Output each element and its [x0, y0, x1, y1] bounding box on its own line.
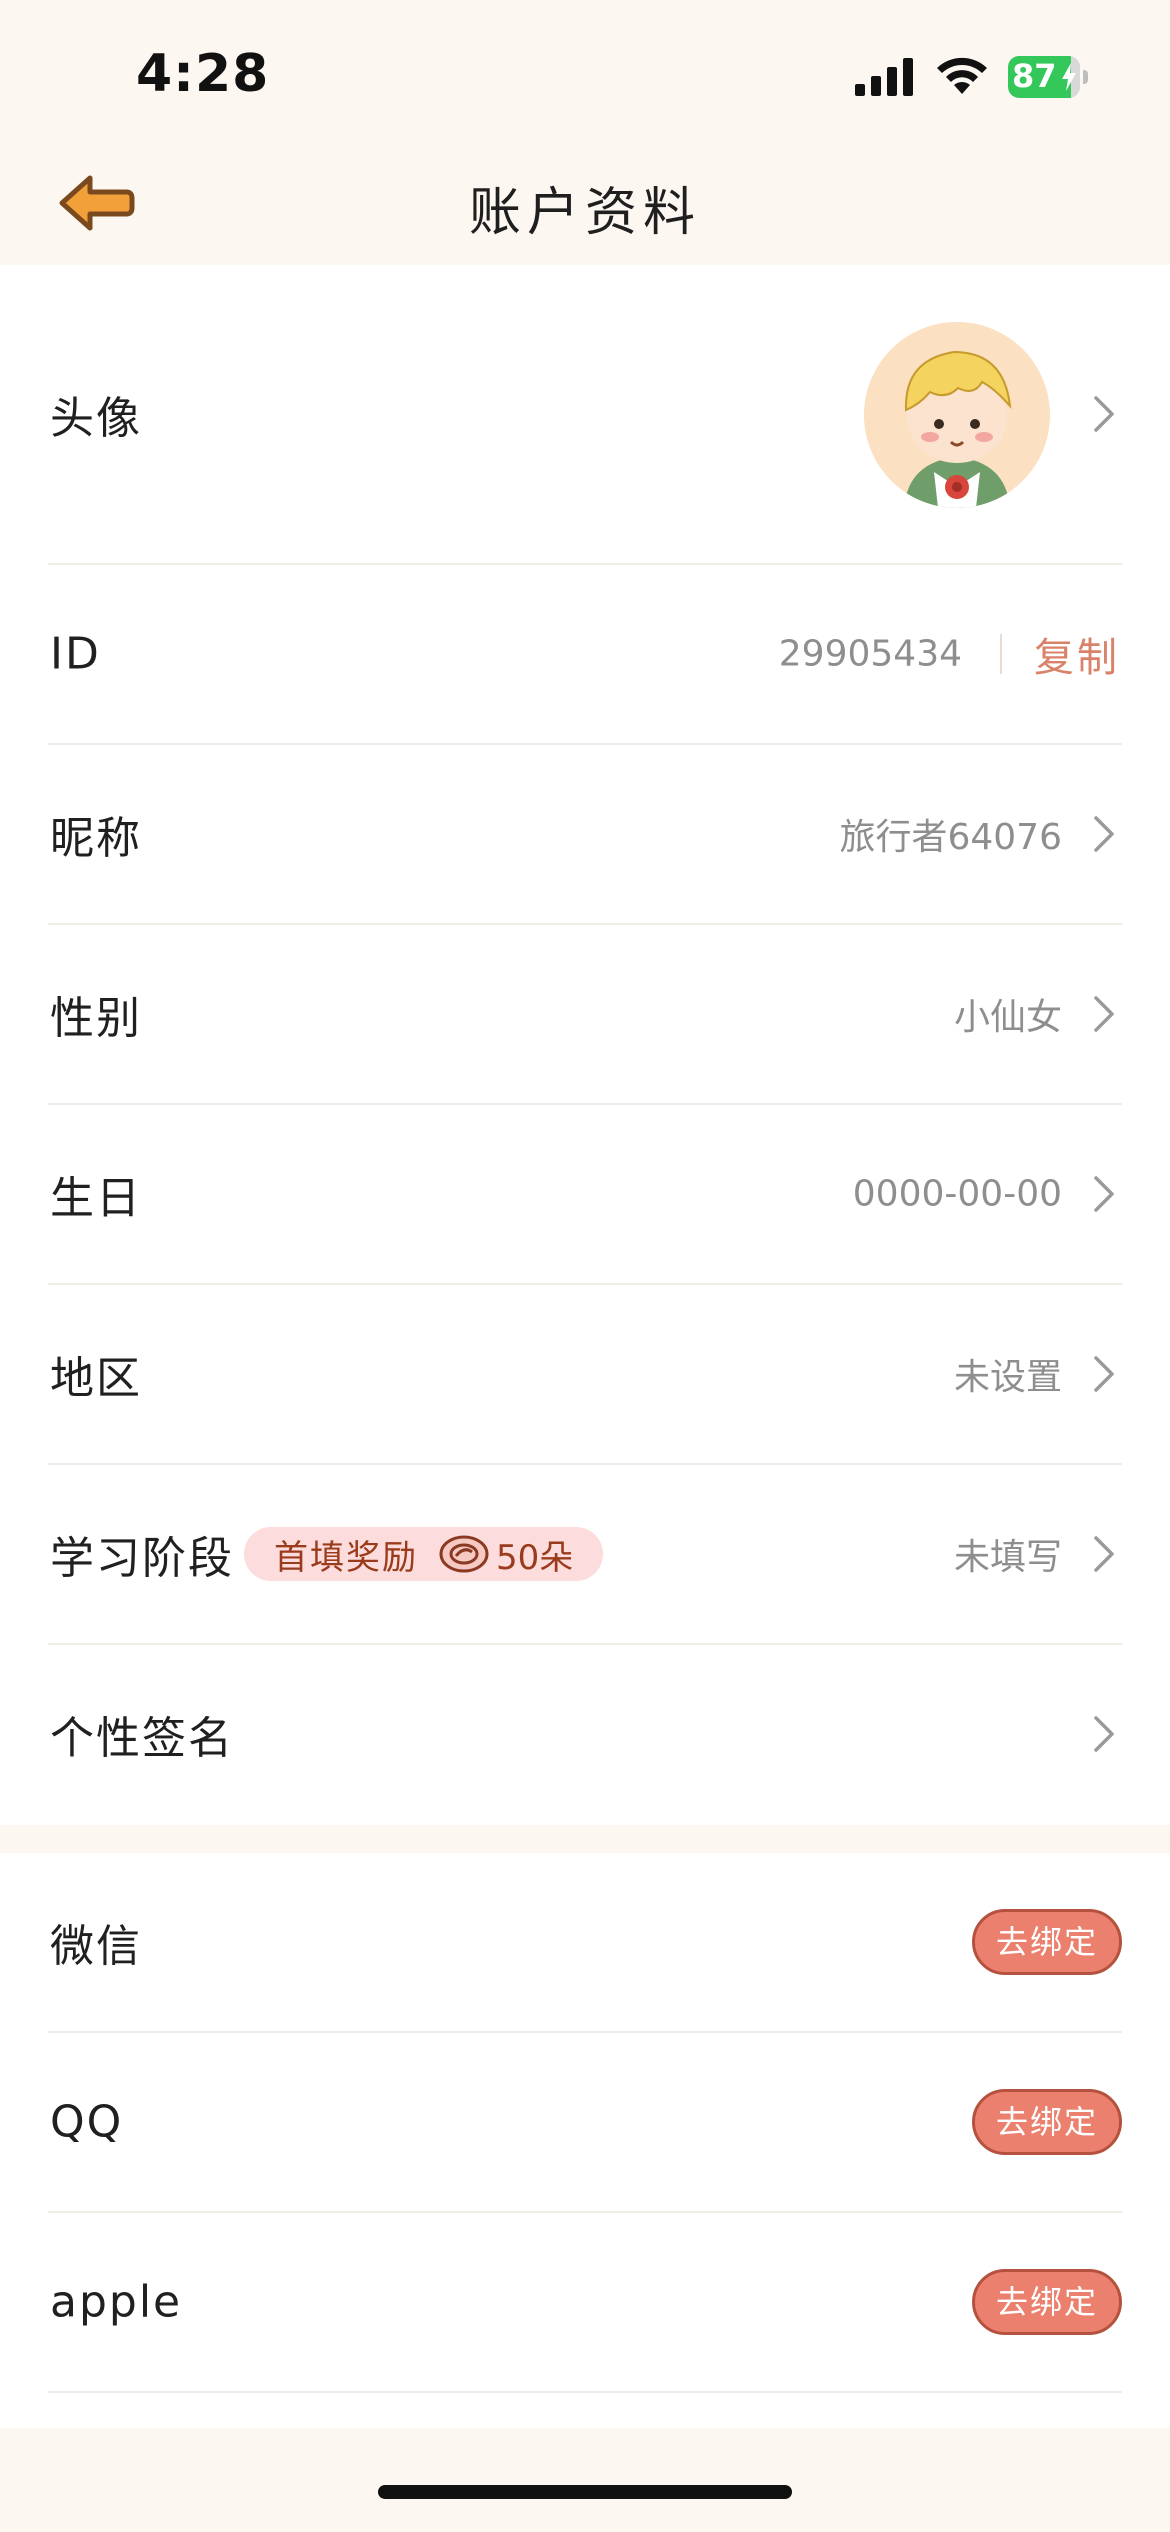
id-divider — [1000, 634, 1002, 674]
chevron-right-icon — [1094, 396, 1114, 432]
navigation-header: 账户资料 — [0, 150, 1170, 265]
chevron-right-icon — [1094, 1536, 1114, 1572]
copy-id-button[interactable]: 复制 — [1034, 625, 1120, 683]
status-time: 4:28 — [136, 44, 270, 104]
study-stage-row[interactable]: 学习阶段 首填奖励 50朵 未填写 — [48, 1465, 1122, 1645]
signature-label: 个性签名 — [50, 1713, 234, 1764]
qq-bind-button[interactable]: 去绑定 — [972, 2089, 1122, 2155]
region-value: 未设置 — [953, 1357, 1062, 1398]
nickname-row[interactable]: 昵称 旅行者64076 — [48, 745, 1122, 925]
cellular-signal-icon — [855, 58, 913, 96]
wechat-binding-row: 微信 去绑定 — [48, 1853, 1122, 2033]
study-stage-value: 未填写 — [953, 1537, 1062, 1578]
charging-bolt-icon — [1062, 63, 1076, 91]
reward-text: 首填奖励 — [274, 1537, 418, 1578]
birthday-value: 0000-00-00 — [852, 1173, 1062, 1215]
birthday-row[interactable]: 生日 0000-00-00 — [48, 1105, 1122, 1285]
qq-binding-row: QQ 去绑定 — [48, 2033, 1122, 2213]
cartoon-boy-avatar-image — [864, 322, 1050, 508]
id-value: 29905434 — [778, 633, 962, 675]
region-label: 地区 — [50, 1353, 142, 1404]
study-stage-label: 学习阶段 — [50, 1533, 234, 1584]
chevron-right-icon — [1094, 1176, 1114, 1212]
reward-amount: 50朵 — [496, 1537, 574, 1578]
page-title: 账户资料 — [468, 183, 701, 243]
battery-percent: 87 — [1012, 57, 1057, 95]
signature-row[interactable]: 个性签名 — [48, 1645, 1122, 1823]
birthday-label: 生日 — [50, 1173, 142, 1224]
battery-cap — [1083, 70, 1088, 84]
chevron-right-icon — [1094, 996, 1114, 1032]
gender-value: 小仙女 — [953, 997, 1062, 1038]
battery-charging-icon: 87 — [1008, 56, 1088, 98]
chevron-right-icon — [1094, 1356, 1114, 1392]
chevron-right-icon — [1094, 816, 1114, 852]
apple-bind-button[interactable]: 去绑定 — [972, 2269, 1122, 2335]
region-row[interactable]: 地区 未设置 — [48, 1285, 1122, 1465]
account-binding-card: 微信 去绑定 QQ 去绑定 apple 去绑定 — [0, 1853, 1170, 2428]
flower-coin-icon — [439, 1535, 489, 1573]
avatar-row[interactable]: 头像 — [48, 265, 1122, 565]
home-indicator[interactable] — [378, 2485, 792, 2499]
id-label: ID — [50, 628, 101, 680]
profile-card: 头像 ID 29905434 复制 昵称 旅行者64076 性别 小仙女 生日 … — [0, 265, 1170, 1825]
gender-label: 性别 — [50, 993, 142, 1044]
wechat-label: 微信 — [50, 1921, 142, 1972]
avatar-label: 头像 — [50, 393, 142, 444]
chevron-right-icon — [1094, 1716, 1114, 1752]
apple-binding-row: apple 去绑定 — [48, 2213, 1122, 2393]
battery-body: 87 — [1008, 56, 1080, 98]
apple-label: apple — [50, 2276, 183, 2328]
nickname-value: 旅行者64076 — [839, 817, 1062, 858]
first-fill-reward-badge: 首填奖励 50朵 — [244, 1527, 604, 1581]
qq-label: QQ — [50, 2096, 124, 2148]
nickname-label: 昵称 — [50, 813, 142, 864]
id-row: ID 29905434 复制 — [48, 565, 1122, 745]
status-bar: 4:28 87 — [0, 0, 1170, 150]
avatar[interactable] — [864, 322, 1050, 508]
wifi-icon — [937, 57, 987, 94]
wechat-bind-button[interactable]: 去绑定 — [972, 1909, 1122, 1975]
gender-row[interactable]: 性别 小仙女 — [48, 925, 1122, 1105]
